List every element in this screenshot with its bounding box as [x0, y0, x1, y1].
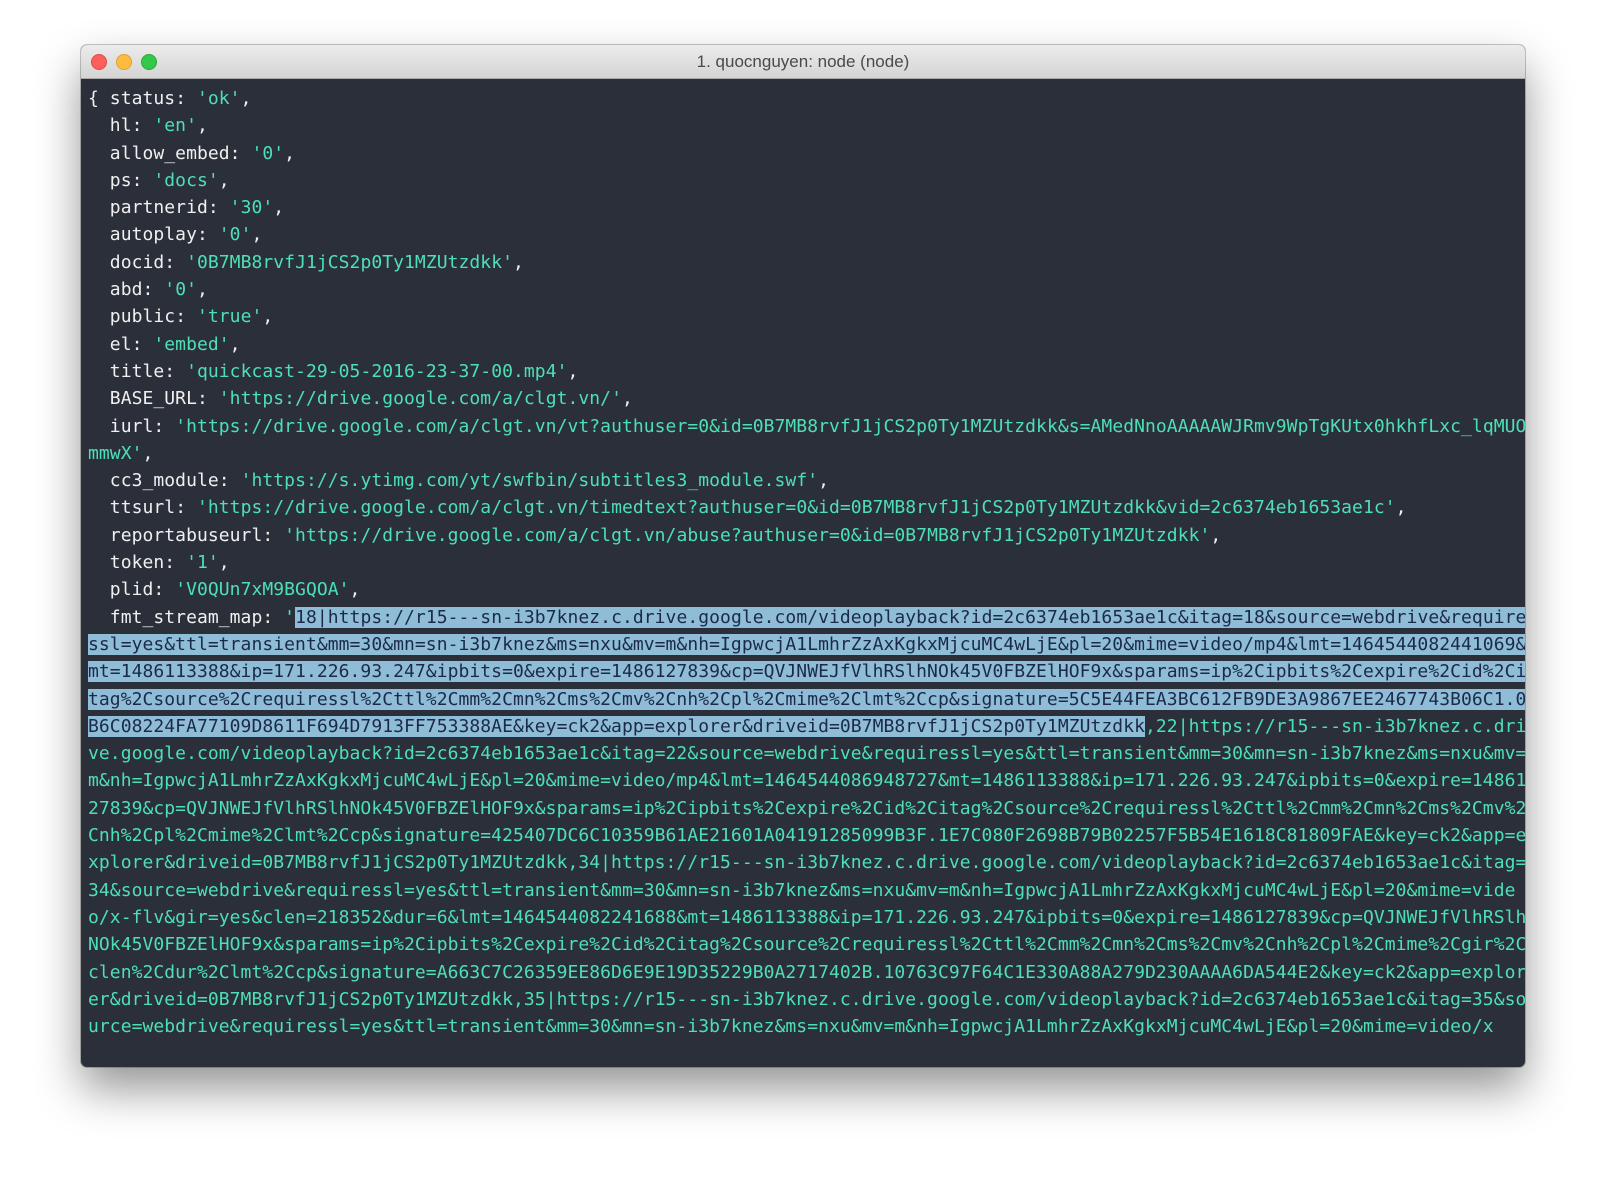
terminal-line: hl: 'en',: [109, 115, 208, 137]
field-key: partnerid: [109, 197, 208, 219]
terminal-line: ps: 'docs',: [109, 169, 230, 191]
field-value: 'https://drive.google.com/a/clgt.vn/vt?a…: [88, 415, 1525, 464]
terminal-line: el: 'embed',: [109, 333, 241, 355]
field-key: allow_embed: [109, 142, 230, 164]
field-value: 'embed': [153, 333, 230, 355]
terminal-line: abd: '0',: [109, 279, 208, 301]
window-title: 1. quocnguyen: node (node): [696, 52, 910, 71]
field-key: reportabuseurl: [109, 524, 263, 546]
field-value: 'ok': [196, 88, 241, 109]
field-value: '0': [164, 279, 197, 301]
terminal-line: plid: 'V0QUn7xM9BGQOA',: [109, 579, 361, 601]
field-key: token: [109, 552, 165, 574]
field-value: 'quickcast-29-05-2016-23-37-00.mp4': [186, 360, 568, 382]
field-key: el: [109, 333, 132, 355]
field-key: docid: [109, 251, 165, 273]
field-value: '30': [229, 197, 274, 219]
field-value: '0': [251, 142, 285, 164]
terminal-line: reportabuseurl: 'https://drive.google.co…: [109, 524, 1222, 546]
terminal-line: public: 'true',: [109, 306, 274, 328]
field-key: autoplay: [109, 224, 197, 246]
field-value: 'en': [153, 115, 197, 137]
field-value: '0B7MB8rvfJ1jCS2p0Ty1MZUtzdkk': [186, 251, 514, 273]
field-key: abd: [109, 279, 143, 301]
field-key: fmt_stream_map: [109, 606, 263, 628]
field-key: iurl: [109, 415, 154, 437]
terminal-window[interactable]: 1. quocnguyen: node (node) { status: 'ok…: [81, 45, 1525, 1067]
title-bar[interactable]: 1. quocnguyen: node (node): [81, 45, 1525, 79]
open-brace: {: [88, 88, 110, 109]
field-value: '1': [186, 552, 219, 574]
field-value: 'https://s.ytimg.com/yt/swfbin/subtitles…: [240, 470, 819, 492]
terminal-line: { status: 'ok',: [88, 88, 252, 109]
field-key: title: [109, 360, 165, 382]
terminal-line: autoplay: '0',: [109, 224, 263, 246]
string-quote: ': [284, 606, 296, 628]
terminal-line: partnerid: '30',: [109, 197, 285, 219]
terminal-line: BASE_URL: 'https://drive.google.com/a/cl…: [109, 388, 633, 410]
field-value: '0': [218, 224, 252, 246]
field-value: 'https://drive.google.com/a/clgt.vn/time…: [196, 497, 1396, 519]
terminal-line: cc3_module: 'https://s.ytimg.com/yt/swfb…: [109, 470, 830, 492]
terminal-line: token: '1',: [109, 552, 230, 574]
terminal-output[interactable]: { status: 'ok', hl: 'en', allow_embed: '…: [88, 85, 1525, 1060]
field-key: status: [109, 88, 176, 109]
field-value: 'https://drive.google.com/a/clgt.vn/abus…: [284, 524, 1211, 546]
field-value: 'https://drive.google.com/a/clgt.vn/': [218, 388, 622, 410]
field-key: hl: [109, 115, 132, 137]
field-key: plid: [109, 579, 154, 601]
field-key: cc3_module: [109, 470, 219, 492]
field-value: ,22|https://r15---sn-i3b7knez.c.drive.go…: [88, 715, 1525, 1038]
terminal-line: ttsurl: 'https://drive.google.com/a/clgt…: [109, 497, 1407, 519]
terminal-line: allow_embed: '0',: [109, 142, 296, 164]
field-value: 'true': [196, 306, 263, 328]
field-key: BASE_URL: [109, 388, 197, 410]
terminal-line: docid: '0B7MB8rvfJ1jCS2p0Ty1MZUtzdkk',: [109, 251, 524, 273]
terminal-line: fmt_stream_map: '18|https://r15---sn-i3b…: [88, 606, 1525, 1038]
field-key: ps: [109, 169, 132, 191]
terminal-line: iurl: 'https://drive.google.com/a/clgt.v…: [88, 415, 1525, 464]
field-key: ttsurl: [109, 497, 176, 519]
terminal-line: title: 'quickcast-29-05-2016-23-37-00.mp…: [109, 360, 579, 382]
field-key: public: [109, 306, 176, 328]
field-value: 'V0QUn7xM9BGQOA': [175, 579, 350, 601]
field-value: 'docs': [153, 169, 219, 191]
